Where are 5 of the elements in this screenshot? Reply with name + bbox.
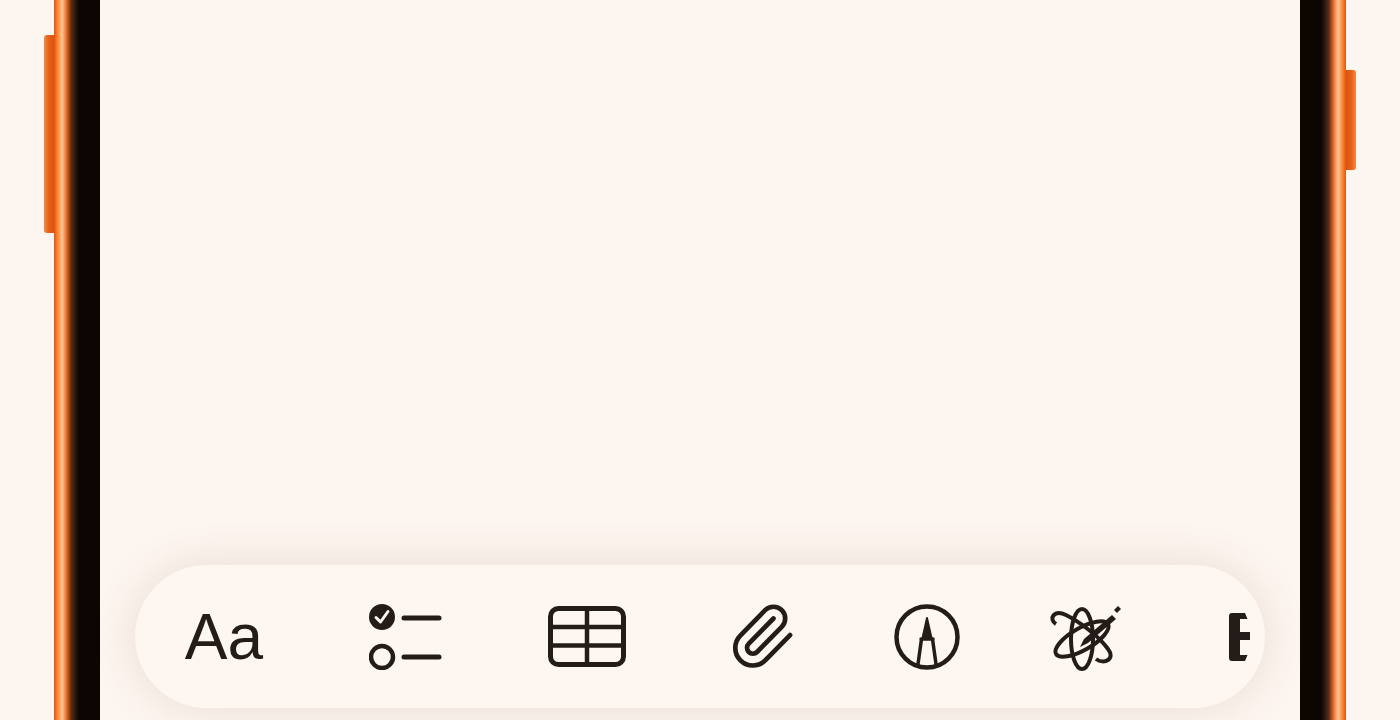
pen-in-circle-icon[interactable]: [893, 603, 960, 670]
table-icon[interactable]: [548, 606, 626, 667]
checklist-icon[interactable]: [368, 603, 442, 670]
text-format-button[interactable]: Aa: [180, 604, 268, 669]
cut-off-icon[interactable]: [1229, 612, 1250, 661]
